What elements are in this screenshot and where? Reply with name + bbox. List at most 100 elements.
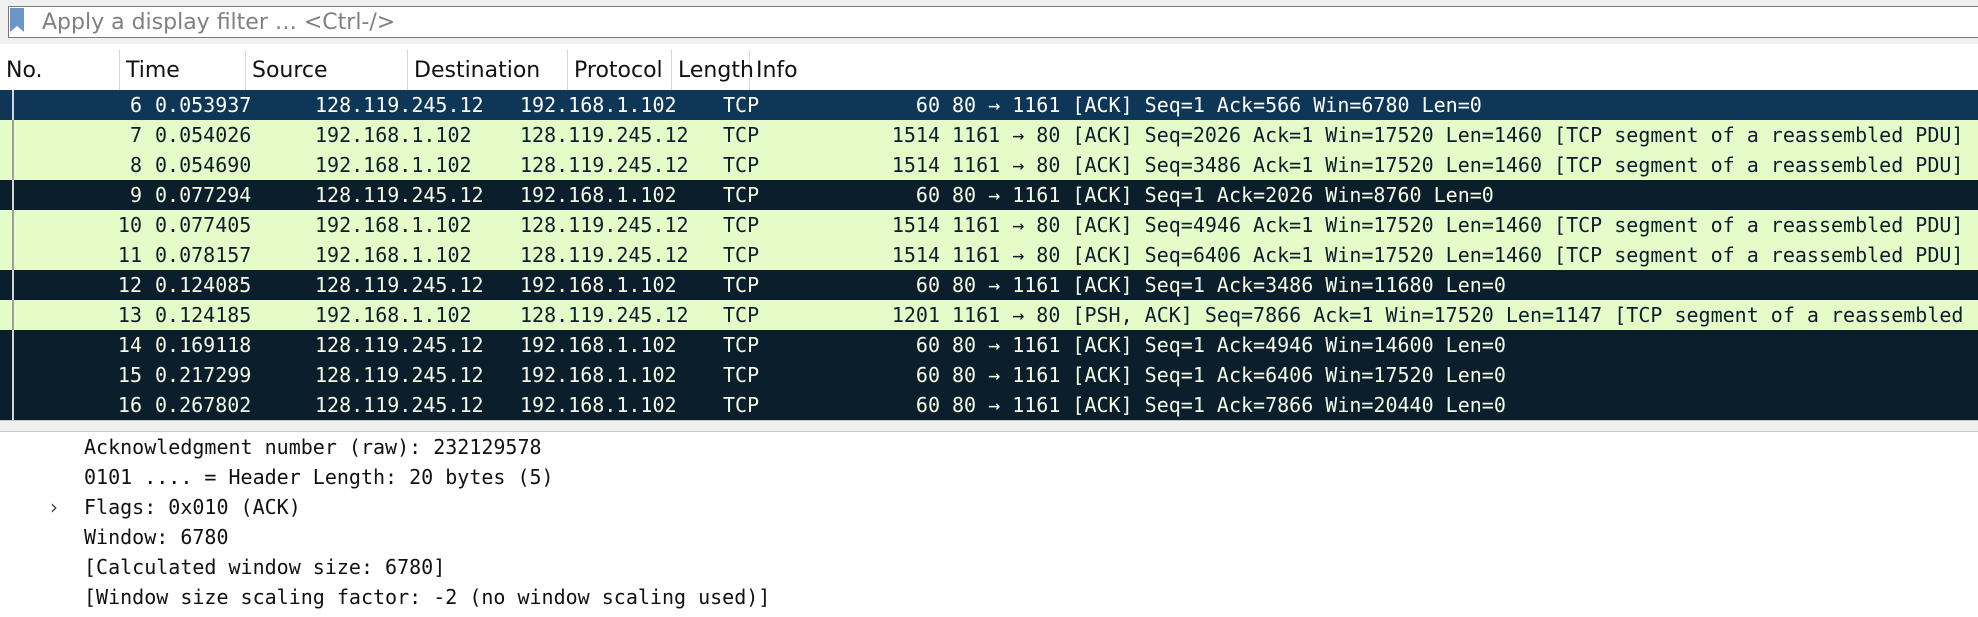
detail-ack-raw[interactable]: Acknowledgment number (raw): 232129578	[84, 432, 542, 462]
packet-row[interactable]: 16 0.267802 128.119.245.12 192.168.1.102 TCP…	[0, 390, 1978, 420]
packet-number: 14	[117, 333, 142, 357]
packet-info: 1161 → 80 [PSH, ACK] Seq=7866 Ack=1 Win=…	[952, 303, 1964, 327]
packet-length: 1201	[891, 303, 940, 327]
packet-info: 80 → 1161 [ACK] Seq=1 Ack=4946 Win=14600…	[952, 333, 1506, 357]
packet-source: 128.119.245.12	[315, 333, 484, 357]
packet-length: 1514	[891, 243, 940, 267]
packet-time: 0.169118	[155, 333, 252, 357]
packet-number: 6	[129, 93, 142, 117]
packet-info: 80 → 1161 [ACK] Seq=1 Ack=7866 Win=20440…	[952, 393, 1506, 417]
packet-row[interactable]: 8 0.054690 192.168.1.102 128.119.245.12 TCP 1…	[0, 150, 1978, 180]
packet-row[interactable]: 9 0.077294 128.119.245.12 192.168.1.102 TCP 6…	[0, 180, 1978, 210]
packet-number: 9	[129, 183, 142, 207]
detail-calculated-window-size[interactable]: [Calculated window size: 6780]	[84, 552, 445, 582]
column-header-destination[interactable]: Destination	[408, 50, 568, 90]
packet-source: 192.168.1.102	[315, 123, 472, 147]
packet-length: 1514	[891, 123, 940, 147]
packet-source: 128.119.245.12	[315, 183, 484, 207]
detail-window-scaling-factor[interactable]: [Window size scaling factor: -2 (no wind…	[84, 582, 770, 612]
pane-splitter[interactable]	[0, 420, 1978, 432]
packet-number: 8	[129, 153, 142, 177]
packet-destination: 128.119.245.12	[520, 303, 689, 327]
packet-source: 192.168.1.102	[315, 303, 472, 327]
column-header-time[interactable]: Time	[120, 50, 246, 90]
packet-protocol: TCP	[723, 243, 760, 267]
packet-length: 60	[915, 273, 940, 297]
packet-destination: 192.168.1.102	[520, 93, 677, 117]
packet-source: 128.119.245.12	[315, 93, 484, 117]
packet-time: 0.053937	[155, 93, 252, 117]
packet-number: 12	[117, 273, 142, 297]
packet-destination: 128.119.245.12	[520, 153, 689, 177]
packet-time: 0.054690	[155, 153, 252, 177]
packet-length: 60	[915, 183, 940, 207]
detail-flags[interactable]: Flags: 0x010 (ACK)	[84, 492, 301, 522]
column-header-source[interactable]: Source	[246, 50, 408, 90]
packet-info: 80 → 1161 [ACK] Seq=1 Ack=566 Win=6780 L…	[952, 93, 1482, 117]
packet-destination: 192.168.1.102	[520, 183, 677, 207]
packet-time: 0.077294	[155, 183, 252, 207]
display-filter-toolbar	[0, 0, 1978, 44]
packet-number: 13	[117, 303, 142, 327]
packet-number: 7	[129, 123, 142, 147]
packet-info: 1161 → 80 [ACK] Seq=2026 Ack=1 Win=17520…	[952, 123, 1964, 147]
detail-header-length[interactable]: 0101 .... = Header Length: 20 bytes (5)	[84, 462, 554, 492]
packet-row[interactable]: 15 0.217299 128.119.245.12 192.168.1.102 TCP…	[0, 360, 1978, 390]
packet-source: 128.119.245.12	[315, 273, 484, 297]
packet-time: 0.054026	[155, 123, 252, 147]
packet-source: 192.168.1.102	[315, 243, 472, 267]
packet-destination: 128.119.245.12	[520, 123, 689, 147]
packet-destination: 192.168.1.102	[520, 273, 677, 297]
packet-details-pane: Acknowledgment number (raw): 232129578 0…	[0, 432, 1978, 617]
packet-row[interactable]: 12 0.124085 128.119.245.12 192.168.1.102 TCP…	[0, 270, 1978, 300]
packet-number: 15	[117, 363, 142, 387]
packet-row[interactable]: 6 0.053937 128.119.245.12 192.168.1.102 TCP 6…	[0, 90, 1978, 120]
packet-info: 80 → 1161 [ACK] Seq=1 Ack=6406 Win=17520…	[952, 363, 1506, 387]
packet-info: 80 → 1161 [ACK] Seq=1 Ack=2026 Win=8760 …	[952, 183, 1494, 207]
packet-length: 1514	[891, 153, 940, 177]
packet-protocol: TCP	[723, 393, 760, 417]
column-header-info[interactable]: Info	[750, 50, 1978, 90]
packet-protocol: TCP	[723, 153, 760, 177]
packet-info: 1161 → 80 [ACK] Seq=4946 Ack=1 Win=17520…	[952, 213, 1964, 237]
packet-protocol: TCP	[723, 93, 760, 117]
column-header-length[interactable]: Length	[672, 50, 754, 90]
packet-time: 0.124085	[155, 273, 252, 297]
packet-row[interactable]: 7 0.054026 192.168.1.102 128.119.245.12 TCP 1…	[0, 120, 1978, 150]
packet-length: 60	[915, 333, 940, 357]
detail-window[interactable]: Window: 6780	[84, 522, 229, 552]
packet-list-header: No. Time Source Destination Protocol Len…	[0, 50, 1978, 91]
packet-destination: 128.119.245.12	[520, 213, 689, 237]
column-header-protocol[interactable]: Protocol	[568, 50, 672, 90]
packet-time: 0.217299	[155, 363, 252, 387]
packet-protocol: TCP	[723, 123, 760, 147]
display-filter-input[interactable]	[42, 6, 1962, 38]
packet-length: 60	[915, 393, 940, 417]
packet-protocol: TCP	[723, 363, 760, 387]
packet-info: 1161 → 80 [ACK] Seq=3486 Ack=1 Win=17520…	[952, 153, 1964, 177]
packet-source: 128.119.245.12	[315, 393, 484, 417]
packet-time: 0.078157	[155, 243, 252, 267]
packet-source: 192.168.1.102	[315, 153, 472, 177]
packet-protocol: TCP	[723, 303, 760, 327]
packet-row[interactable]: 14 0.169118 128.119.245.12 192.168.1.102 TCP…	[0, 330, 1978, 360]
column-header-no[interactable]: No.	[0, 50, 120, 90]
packet-info: 1161 → 80 [ACK] Seq=6406 Ack=1 Win=17520…	[952, 243, 1964, 267]
chevron-right-icon[interactable]: ›	[50, 492, 70, 522]
packet-number: 16	[117, 393, 142, 417]
packet-length: 60	[915, 363, 940, 387]
packet-row[interactable]: 10 0.077405 192.168.1.102 128.119.245.12 TCP…	[0, 210, 1978, 240]
packet-length: 1514	[891, 213, 940, 237]
packet-row[interactable]: 13 0.124185 192.168.1.102 128.119.245.12 TCP…	[0, 300, 1978, 330]
packet-time: 0.267802	[155, 393, 252, 417]
packet-destination: 192.168.1.102	[520, 363, 677, 387]
packet-protocol: TCP	[723, 183, 760, 207]
packet-row[interactable]: 11 0.078157 192.168.1.102 128.119.245.12 TCP…	[0, 240, 1978, 270]
packet-protocol: TCP	[723, 213, 760, 237]
packet-length: 60	[915, 93, 940, 117]
packet-protocol: TCP	[723, 273, 760, 297]
packet-number: 10	[117, 213, 142, 237]
packet-destination: 128.119.245.12	[520, 243, 689, 267]
bookmark-icon[interactable]	[10, 8, 24, 32]
packet-info: 80 → 1161 [ACK] Seq=1 Ack=3486 Win=11680…	[952, 273, 1506, 297]
